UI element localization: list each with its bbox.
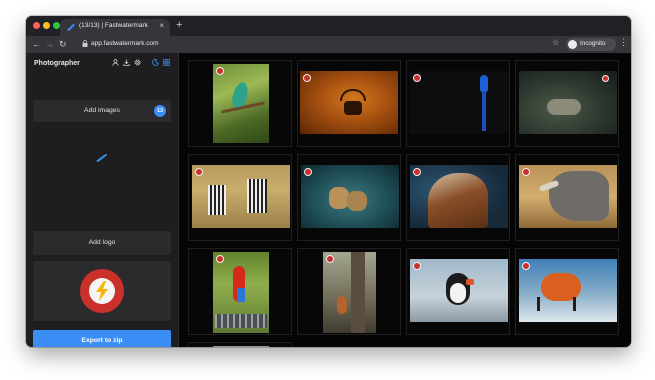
watermark-badge [326, 255, 334, 263]
browser-menu-icon[interactable]: ⋮ [619, 37, 628, 48]
settings-gear-icon[interactable] [134, 59, 141, 68]
add-images-button[interactable]: Add images 13 [33, 100, 171, 122]
add-logo-label: Add logo [88, 239, 116, 246]
add-images-label: Add images [84, 107, 120, 114]
watermark-badge [602, 75, 609, 82]
lock-icon [82, 40, 88, 49]
gallery-item-macaw[interactable] [188, 248, 292, 335]
logo-preview [33, 261, 171, 321]
gallery-item-partial[interactable] [188, 342, 292, 347]
gallery-item-squirrel[interactable] [297, 248, 401, 335]
gallery-item-snow-leopard[interactable] [515, 60, 619, 147]
maximize-window-button[interactable] [53, 22, 60, 29]
add-logo-button[interactable]: Add logo [33, 231, 171, 255]
gallery-item-zebras[interactable] [188, 154, 292, 241]
watermark-badge [413, 168, 421, 176]
gallery-item-rhino[interactable] [515, 154, 619, 241]
export-label: Export to zip [81, 337, 123, 344]
watermark-badge [413, 262, 421, 270]
watermark-badge [522, 262, 530, 270]
tab-title: (13/13) | Fastwatermark [79, 22, 148, 29]
grid-view-icon[interactable] [163, 59, 170, 68]
gallery-item-eagle[interactable] [406, 154, 510, 241]
watermark-badge [216, 67, 224, 75]
watermark-badge [413, 74, 421, 82]
minimize-window-button[interactable] [43, 22, 50, 29]
gallery-item-cheetahs[interactable] [297, 154, 401, 241]
close-window-button[interactable] [33, 22, 40, 29]
download-icon[interactable] [123, 59, 130, 68]
browser-tab[interactable]: (13/13) | Fastwatermark × [60, 19, 170, 36]
pen-brush-icon [96, 154, 107, 162]
image-gallery [179, 53, 631, 347]
watermark-badge [216, 255, 224, 263]
incognito-icon [568, 40, 577, 49]
new-tab-icon[interactable]: + [176, 19, 182, 31]
sidebar: Photographer Add images 13 Add logo Expo… [26, 53, 179, 347]
gallery-item-fox[interactable] [515, 248, 619, 335]
watermark-badge [303, 74, 311, 82]
lightning-bolt-icon [96, 281, 108, 301]
browser-window: (13/13) | Fastwatermark × + ← → ↻ app.fa… [26, 16, 631, 347]
close-tab-icon[interactable]: × [159, 21, 164, 30]
watermark-badge [304, 168, 312, 176]
back-icon[interactable]: ← [32, 38, 41, 50]
favicon-icon [67, 24, 75, 31]
url-text: app.fastwatermark.com [91, 40, 159, 47]
address-bar[interactable]: app.fastwatermark.com [78, 38, 542, 51]
image-count-badge: 13 [154, 105, 166, 117]
bookmark-star-icon[interactable]: ☆ [552, 38, 559, 47]
user-icon[interactable] [112, 59, 119, 68]
gallery-item-parrot[interactable] [406, 60, 510, 147]
browser-toolbar: ← → ↻ app.fastwatermark.com ☆ Incognito … [26, 36, 631, 53]
export-to-zip-button[interactable]: Export to zip [33, 330, 171, 347]
gallery-item-deer[interactable] [297, 60, 401, 147]
watermark-logo [80, 269, 124, 313]
profile-label: Incognito [580, 40, 606, 47]
forward-icon[interactable]: → [45, 38, 54, 50]
reload-icon[interactable]: ↻ [59, 38, 67, 50]
incognito-profile-button[interactable]: Incognito [566, 38, 616, 51]
watermark-badge [195, 168, 203, 176]
dark-mode-moon-icon[interactable] [152, 59, 159, 68]
brand-name: Photographer [34, 60, 80, 67]
gallery-item-puffin[interactable] [406, 248, 510, 335]
watermark-badge [522, 168, 530, 176]
gallery-item-hummingbird[interactable] [188, 60, 292, 147]
title-bar: (13/13) | Fastwatermark × + [26, 16, 631, 36]
